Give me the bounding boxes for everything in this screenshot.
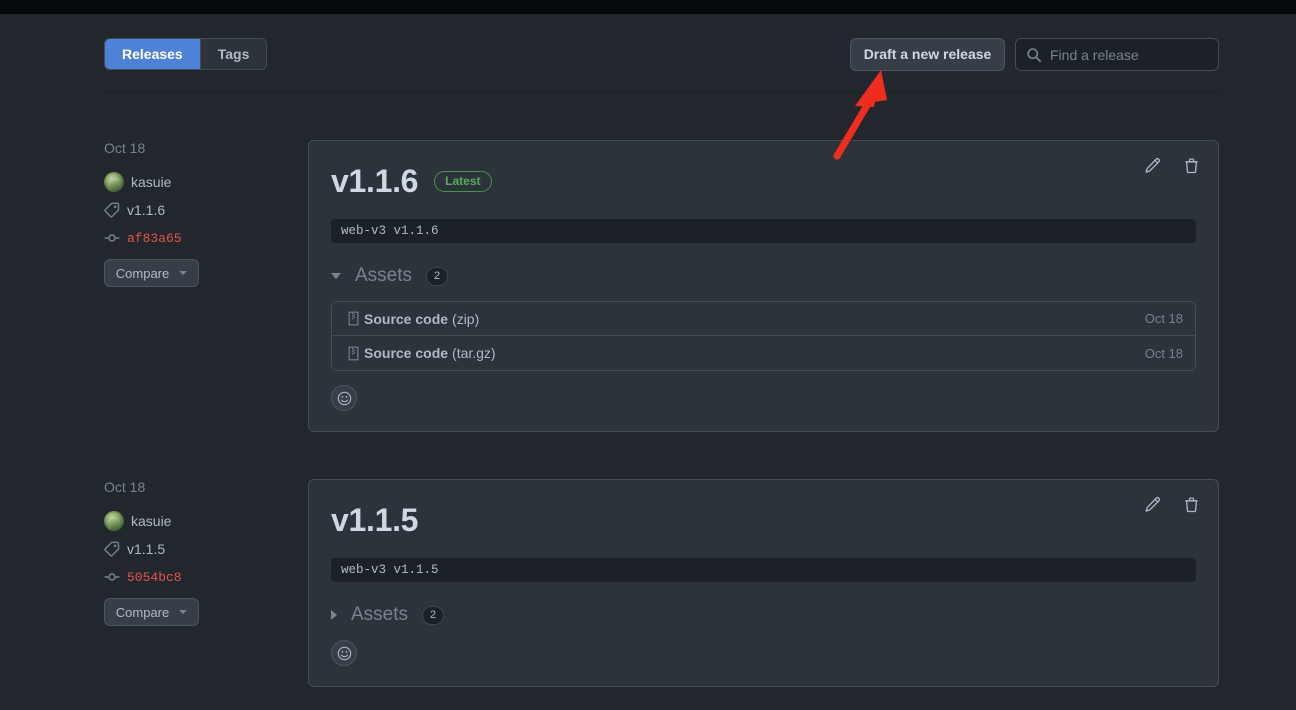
commit-sha[interactable]: 5054bc8 xyxy=(127,570,182,585)
asset-name[interactable]: Source code (zip) xyxy=(364,311,479,327)
compare-button[interactable]: Compare xyxy=(104,259,199,287)
smiley-icon xyxy=(337,391,351,405)
commit-icon xyxy=(104,573,120,581)
assets-label: Assets xyxy=(351,604,409,625)
release-tag[interactable]: v1.1.5 xyxy=(104,539,294,559)
tag-name[interactable]: v1.1.6 xyxy=(127,202,165,218)
asset-date: Oct 18 xyxy=(1144,345,1183,361)
releases-toolbar: Releases Tags Draft a new release xyxy=(104,38,1233,74)
assets-count-badge: 2 xyxy=(426,266,449,286)
release-card-actions xyxy=(1142,155,1202,176)
chevron-down-icon xyxy=(179,271,188,275)
author-name[interactable]: kasuie xyxy=(131,513,171,529)
asset-format: (tar.gz) xyxy=(452,345,496,361)
release-card: v1.1.6 Latest web-v3 v1.1.6 Assets 2 Sou… xyxy=(308,140,1219,432)
release-date: Oct 18 xyxy=(104,140,146,156)
chevron-right-icon xyxy=(331,610,337,620)
tab-releases[interactable]: Releases xyxy=(105,39,200,69)
tab-tags[interactable]: Tags xyxy=(200,39,267,69)
assets-toggle[interactable]: Assets 2 xyxy=(331,265,1196,287)
delete-release-button[interactable] xyxy=(1181,494,1202,515)
asset-date: Oct 18 xyxy=(1144,311,1183,326)
tag-name[interactable]: v1.1.5 xyxy=(127,541,165,557)
release-author[interactable]: kasuie xyxy=(104,511,294,531)
toolbar-divider xyxy=(104,92,1219,93)
avatar xyxy=(104,511,124,531)
commit-icon xyxy=(104,234,120,242)
compare-button-label: Compare xyxy=(115,604,170,620)
asset-name-label: Source code xyxy=(364,310,449,327)
release-title-row: v1.1.6 Latest xyxy=(331,165,1196,197)
smiley-icon xyxy=(337,646,351,660)
release-metadata: Oct 18 kasuie v1.1.5 5054bc8 Compare xyxy=(104,479,294,626)
asset-name-label: Source code xyxy=(364,345,449,361)
release-notes-code: web-v3 v1.1.6 xyxy=(331,219,1196,243)
release-tag[interactable]: v1.1.6 xyxy=(104,200,294,220)
assets-count-badge: 2 xyxy=(422,605,445,625)
assets-list: Source code (zip) Oct 18 Source code (ta… xyxy=(331,301,1196,371)
commit-sha[interactable]: af83a65 xyxy=(127,231,182,246)
chevron-down-icon xyxy=(331,273,341,279)
pencil-icon xyxy=(1145,496,1161,512)
status-badge: Latest xyxy=(434,170,492,192)
assets-toggle[interactable]: Assets 2 xyxy=(331,604,1196,626)
release-notes-code: web-v3 v1.1.5 xyxy=(331,558,1196,582)
release-title[interactable]: v1.1.5 xyxy=(331,504,418,536)
list-item[interactable]: Source code (tar.gz) Oct 18 xyxy=(332,336,1195,370)
release-title[interactable]: v1.1.6 xyxy=(331,165,418,197)
search-icon xyxy=(1027,47,1042,62)
chevron-down-icon xyxy=(179,610,188,614)
pencil-icon xyxy=(1145,157,1161,173)
trash-icon xyxy=(1185,158,1198,174)
release-metadata: Oct 18 kasuie v1.1.6 af83a65 Compare xyxy=(104,140,294,287)
release-title-row: v1.1.5 xyxy=(331,504,1196,536)
avatar xyxy=(104,172,124,192)
file-zip-icon xyxy=(346,346,361,361)
compare-button[interactable]: Compare xyxy=(104,598,199,626)
compare-button-label: Compare xyxy=(115,265,170,281)
author-name[interactable]: kasuie xyxy=(131,174,171,190)
tag-icon xyxy=(104,202,120,218)
releases-page: Releases Tags Draft a new release Oct 18… xyxy=(0,14,1296,710)
release-author[interactable]: kasuie xyxy=(104,172,294,192)
releases-tabs: Releases Tags xyxy=(104,38,268,70)
trash-icon xyxy=(1185,497,1198,513)
list-item[interactable]: Source code (zip) Oct 18 xyxy=(332,302,1195,336)
search-input[interactable] xyxy=(1042,45,1233,64)
release-commit[interactable]: af83a65 xyxy=(104,228,294,248)
assets-label: Assets xyxy=(355,265,413,286)
delete-release-button[interactable] xyxy=(1181,155,1202,176)
release-commit[interactable]: 5054bc8 xyxy=(104,567,294,587)
edit-release-button[interactable] xyxy=(1142,155,1163,176)
add-reaction-button[interactable] xyxy=(331,640,357,666)
edit-release-button[interactable] xyxy=(1142,494,1163,515)
draft-new-release-button[interactable]: Draft a new release xyxy=(850,38,1005,71)
release-date: Oct 18 xyxy=(104,479,146,495)
asset-name[interactable]: Source code (tar.gz) xyxy=(364,345,496,361)
tag-icon xyxy=(104,541,120,557)
release-card: v1.1.5 web-v3 v1.1.5 Assets 2 xyxy=(308,479,1219,687)
release-card-actions xyxy=(1142,494,1202,515)
browser-chrome-strip xyxy=(0,0,1296,14)
add-reaction-button[interactable] xyxy=(331,385,357,411)
find-release-search[interactable] xyxy=(1015,38,1233,71)
asset-format: (zip) xyxy=(452,310,480,327)
file-zip-icon xyxy=(346,311,361,326)
